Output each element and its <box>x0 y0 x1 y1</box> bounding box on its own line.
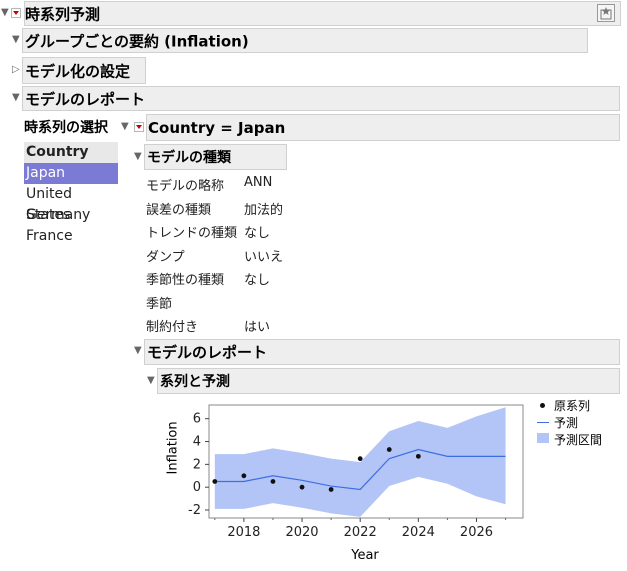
inner-report-title: モデルのレポート <box>147 343 268 362</box>
collapse-icon[interactable]: ▼ <box>121 122 129 132</box>
x-tick-label: 2022 <box>344 525 377 540</box>
list-item-france[interactable]: France <box>24 226 118 247</box>
series-forecast-title: 系列と予測 <box>160 374 230 390</box>
observed-point-2 <box>270 479 276 484</box>
observed-point-6 <box>386 447 392 452</box>
inner-report-header[interactable]: モデルのレポート <box>144 339 620 365</box>
title-bar: 時系列予測 <box>24 1 621 26</box>
group-summary-title: グループごとの要約 (Inflation) <box>25 32 249 50</box>
x-tick-label: 2018 <box>227 525 260 540</box>
y-tick-label: 0 <box>193 480 201 495</box>
x-tick-label: 2024 <box>402 525 435 540</box>
model-report-header[interactable]: モデルのレポート <box>22 86 620 111</box>
list-header: Country <box>24 142 118 163</box>
model-abbrev-value: ANN <box>244 175 273 190</box>
y-tick-label: 2 <box>193 457 201 472</box>
observed-point-3 <box>299 484 305 490</box>
collapse-icon[interactable]: ▼ <box>134 152 142 162</box>
model-report-title: モデルのレポート <box>25 90 146 108</box>
damped-value: いいえ <box>244 250 284 265</box>
observed-point-7 <box>415 453 421 459</box>
legend-observed-label: 原系列 <box>554 399 591 413</box>
model-type-header[interactable]: モデルの種類 <box>144 144 287 170</box>
x-axis-title: Year <box>351 548 379 563</box>
prediction-interval-band <box>214 407 506 517</box>
legend-forecast-label: 予測 <box>554 416 579 430</box>
error-type-value: 加法的 <box>244 203 284 218</box>
y-tick-label: 4 <box>193 435 201 450</box>
collapse-icon[interactable]: ▼ <box>12 93 20 103</box>
x-tick-label: 2026 <box>460 525 493 540</box>
legend-interval-icon <box>537 433 549 443</box>
trend-type-value: なし <box>244 226 271 241</box>
collapse-icon[interactable]: ▼ <box>147 376 155 386</box>
legend-forecast-icon <box>537 422 549 423</box>
list-item-germany[interactable]: Germany <box>24 205 118 226</box>
y-tick-label: 6 <box>193 412 201 427</box>
country-title: Country = Japan <box>148 118 286 137</box>
collapse-icon[interactable]: ▼ <box>1 8 9 18</box>
seasonality-type-value: なし <box>244 273 271 288</box>
y-tick-label: -2 <box>188 503 201 518</box>
list-item-japan[interactable]: Japan <box>24 163 118 184</box>
observed-point-1 <box>241 473 247 479</box>
series-select-label: 時系列の選択 <box>24 120 108 136</box>
model-settings-header[interactable]: モデル化の設定 <box>22 57 146 84</box>
page-title: 時系列予測 <box>25 5 101 23</box>
group-summary-header[interactable]: グループごとの要約 (Inflation) <box>22 28 588 53</box>
damped-label: ダンプ <box>146 250 185 265</box>
red-triangle-menu-icon[interactable] <box>11 8 21 18</box>
model-type-title: モデルの種類 <box>147 150 231 166</box>
forecast-line <box>214 448 506 491</box>
legend-observed-icon <box>540 403 545 408</box>
pin-icon[interactable] <box>597 4 615 22</box>
plot-frame <box>208 404 524 519</box>
error-type-label: 誤差の種類 <box>146 203 212 218</box>
list-item-united-states[interactable]: United States <box>24 184 118 223</box>
season-label: 季節 <box>146 297 173 312</box>
legend: 原系列 予測 予測区間 <box>537 398 625 452</box>
observed-point-4 <box>328 487 334 492</box>
series-forecast-header[interactable]: 系列と予測 <box>157 368 620 394</box>
seasonality-type-label: 季節性の種類 <box>146 273 225 288</box>
x-tick-label: 2020 <box>285 525 318 540</box>
legend-interval-label: 予測区間 <box>554 433 603 447</box>
trend-type-label: トレンドの種類 <box>146 226 238 241</box>
model-abbrev-label: モデルの略称 <box>146 179 225 194</box>
collapse-icon[interactable]: ▼ <box>134 346 142 356</box>
y-axis-title: Inflation <box>165 421 181 475</box>
observed-point-0 <box>212 479 218 484</box>
constrained-label: 制約付き <box>146 320 199 335</box>
red-triangle-menu-icon[interactable] <box>134 122 144 132</box>
constrained-value: はい <box>244 320 271 335</box>
expand-icon[interactable]: ▷ <box>12 65 20 75</box>
collapse-icon[interactable]: ▼ <box>12 35 20 45</box>
model-settings-title: モデル化の設定 <box>25 62 131 80</box>
observed-point-5 <box>357 456 363 462</box>
country-header[interactable]: Country = Japan <box>146 114 620 141</box>
